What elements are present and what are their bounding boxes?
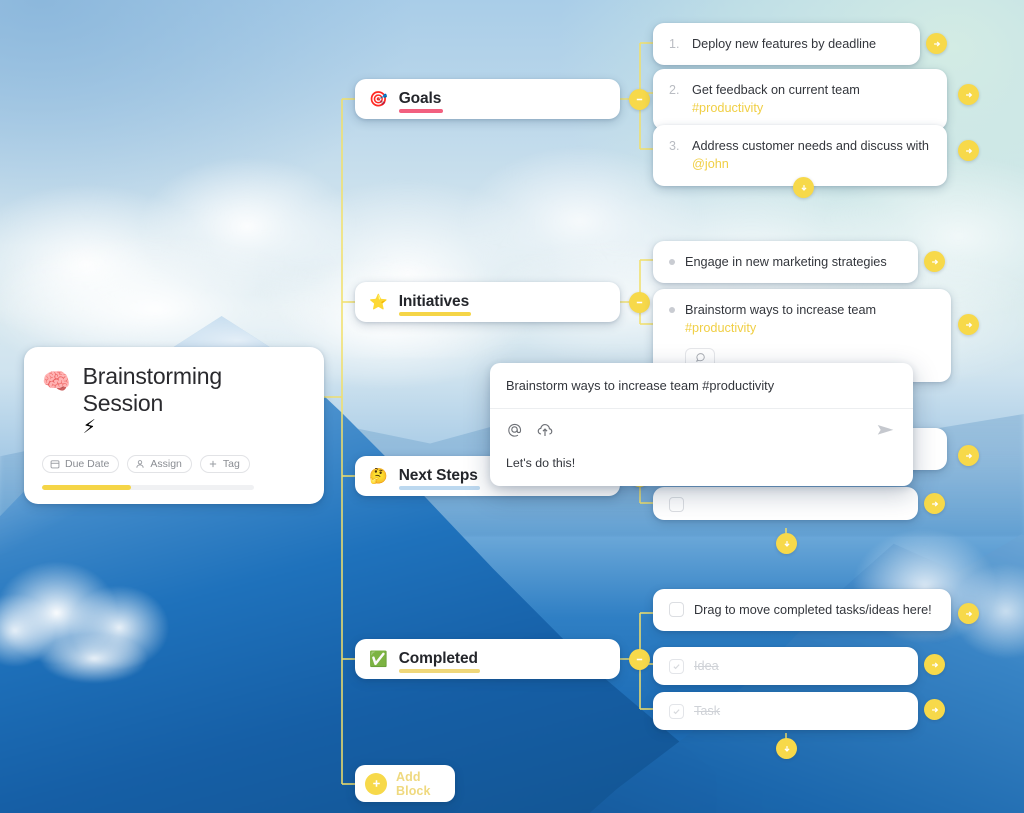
- progress-bar-track: [42, 485, 254, 491]
- list-item: Brainstorm ways to increase team #produc…: [669, 301, 935, 338]
- branch-card-completed[interactable]: ✅ Completed: [355, 639, 620, 679]
- branch-card-goals[interactable]: 🎯 Goals: [355, 79, 620, 119]
- list-item: Idea: [669, 657, 902, 675]
- expand-button-initiative-1[interactable]: [924, 251, 945, 272]
- due-date-chip[interactable]: Due Date: [42, 455, 120, 474]
- list-number: 2.: [669, 83, 680, 97]
- checkbox-empty[interactable]: [669, 496, 684, 512]
- list-number: 3.: [669, 139, 680, 153]
- assign-label: Assign: [150, 458, 182, 471]
- list-item: 3. Address customer needs and discuss wi…: [669, 137, 931, 174]
- add-sibling-button-next-steps[interactable]: [776, 533, 797, 554]
- progress-bar-fill: [42, 485, 132, 491]
- collapse-button-initiatives[interactable]: [629, 292, 650, 313]
- at-mention-icon[interactable]: [506, 421, 523, 443]
- branch-label-next-steps: Next Steps: [398, 466, 480, 490]
- add-sibling-button-goals[interactable]: [793, 177, 814, 198]
- plus-icon: [208, 459, 218, 469]
- list-item: Task: [669, 702, 902, 720]
- add-block-label: Add Block: [396, 769, 431, 798]
- bullet-dot: [669, 259, 675, 265]
- expand-button-goal-1[interactable]: [926, 33, 947, 54]
- tag-chip[interactable]: Tag: [199, 455, 250, 474]
- page-title: Brainstorming Session: [82, 363, 222, 416]
- list-item: Engage in new marketing strategies: [669, 253, 902, 271]
- calendar-icon: [50, 459, 60, 469]
- expand-button-initiative-2[interactable]: [958, 314, 979, 335]
- root-header-row: 🧠 Brainstorming Session ⚡: [42, 363, 306, 439]
- goal-item-2[interactable]: 2. Get feedback on current team #producti…: [653, 69, 947, 130]
- list-number: 1.: [669, 37, 680, 51]
- mention-john[interactable]: @john: [692, 157, 729, 171]
- comment-message: Let's do this!: [506, 455, 576, 470]
- tag-label: Tag: [222, 458, 240, 471]
- completed-item-2-text: Idea: [694, 659, 719, 673]
- root-title-block: Brainstorming Session ⚡: [83, 363, 306, 439]
- comment-popup-title: Brainstorm ways to increase team #produc…: [506, 378, 775, 393]
- add-block-button[interactable]: Add Block: [355, 765, 455, 802]
- next-step-item-2[interactable]: [653, 487, 918, 520]
- checkbox-empty[interactable]: [669, 602, 684, 617]
- hashtag-productivity[interactable]: #productivity: [685, 321, 756, 335]
- goal-item-1-text: Deploy new features by deadline: [692, 37, 877, 51]
- add-sibling-button-completed[interactable]: [776, 738, 797, 759]
- person-icon: [135, 459, 145, 469]
- root-node-card[interactable]: 🧠 Brainstorming Session ⚡ Due Date Assig…: [24, 347, 324, 505]
- send-arrow-icon[interactable]: [875, 419, 897, 446]
- dart-emoji: 🎯: [369, 90, 388, 108]
- assign-chip[interactable]: Assign: [127, 455, 192, 474]
- thinking-face-emoji: 🤔: [369, 467, 388, 485]
- comment-popup-header: Brainstorm ways to increase team #produc…: [490, 363, 913, 409]
- goal-item-1[interactable]: 1. Deploy new features by deadline: [653, 23, 920, 66]
- list-item: Drag to move completed tasks/ideas here!: [669, 601, 935, 619]
- branch-label-initiatives: Initiatives: [398, 292, 472, 316]
- due-date-label: Due Date: [65, 458, 110, 471]
- checkbox-checked[interactable]: [669, 659, 684, 675]
- branch-label-goals: Goals: [398, 89, 443, 113]
- expand-button-goal-3[interactable]: [958, 140, 979, 161]
- completed-item-1[interactable]: Drag to move completed tasks/ideas here!: [653, 589, 951, 632]
- initiative-item-1[interactable]: Engage in new marketing strategies: [653, 241, 918, 284]
- completed-item-1-text: Drag to move completed tasks/ideas here!: [694, 603, 932, 617]
- comment-toolbar: [506, 421, 897, 444]
- comment-popup[interactable]: Brainstorm ways to increase team #produc…: [490, 363, 913, 487]
- list-item: 1. Deploy new features by deadline: [669, 35, 904, 53]
- list-item: 2. Get feedback on current team #producti…: [669, 81, 931, 118]
- plus-icon: [365, 772, 387, 795]
- cloud-wisp-bottom-left: [20, 617, 205, 700]
- check-mark-emoji: ✅: [369, 650, 388, 668]
- brain-emoji: 🧠: [42, 368, 71, 394]
- star-emoji: ⭐: [369, 293, 388, 311]
- completed-item-2[interactable]: Idea: [653, 647, 918, 686]
- expand-button-goal-2[interactable]: [958, 84, 979, 105]
- expand-button-next-step-2[interactable]: [924, 493, 945, 514]
- cloud-upload-icon[interactable]: [536, 421, 554, 444]
- bullet-dot: [669, 307, 675, 313]
- hashtag-productivity[interactable]: #productivity: [692, 101, 763, 115]
- root-chip-row: Due Date Assign Tag: [42, 455, 306, 474]
- completed-item-3[interactable]: Task: [653, 692, 918, 731]
- expand-button-completed-3[interactable]: [924, 699, 945, 720]
- completed-item-3-text: Task: [694, 704, 721, 718]
- goal-item-3-text: Address customer needs and discuss with …: [692, 139, 929, 172]
- branch-card-initiatives[interactable]: ⭐ Initiatives: [355, 282, 620, 322]
- checkbox-checked[interactable]: [669, 704, 684, 720]
- goal-item-2-text: Get feedback on current team #productivit…: [692, 83, 860, 116]
- initiative-item-2-text: Brainstorm ways to increase team #produc…: [685, 303, 877, 336]
- lightning-bolt-emoji: ⚡: [82, 417, 96, 439]
- collapse-button-goals[interactable]: [629, 89, 650, 110]
- collapse-button-completed[interactable]: [629, 649, 650, 670]
- initiative-item-1-text: Engage in new marketing strategies: [685, 255, 887, 269]
- expand-button-next-step-1[interactable]: [958, 445, 979, 466]
- expand-button-completed-2[interactable]: [924, 654, 945, 675]
- comment-popup-body: Let's do this!: [490, 409, 913, 486]
- branch-label-completed: Completed: [398, 649, 481, 673]
- expand-button-completed-1[interactable]: [958, 603, 979, 624]
